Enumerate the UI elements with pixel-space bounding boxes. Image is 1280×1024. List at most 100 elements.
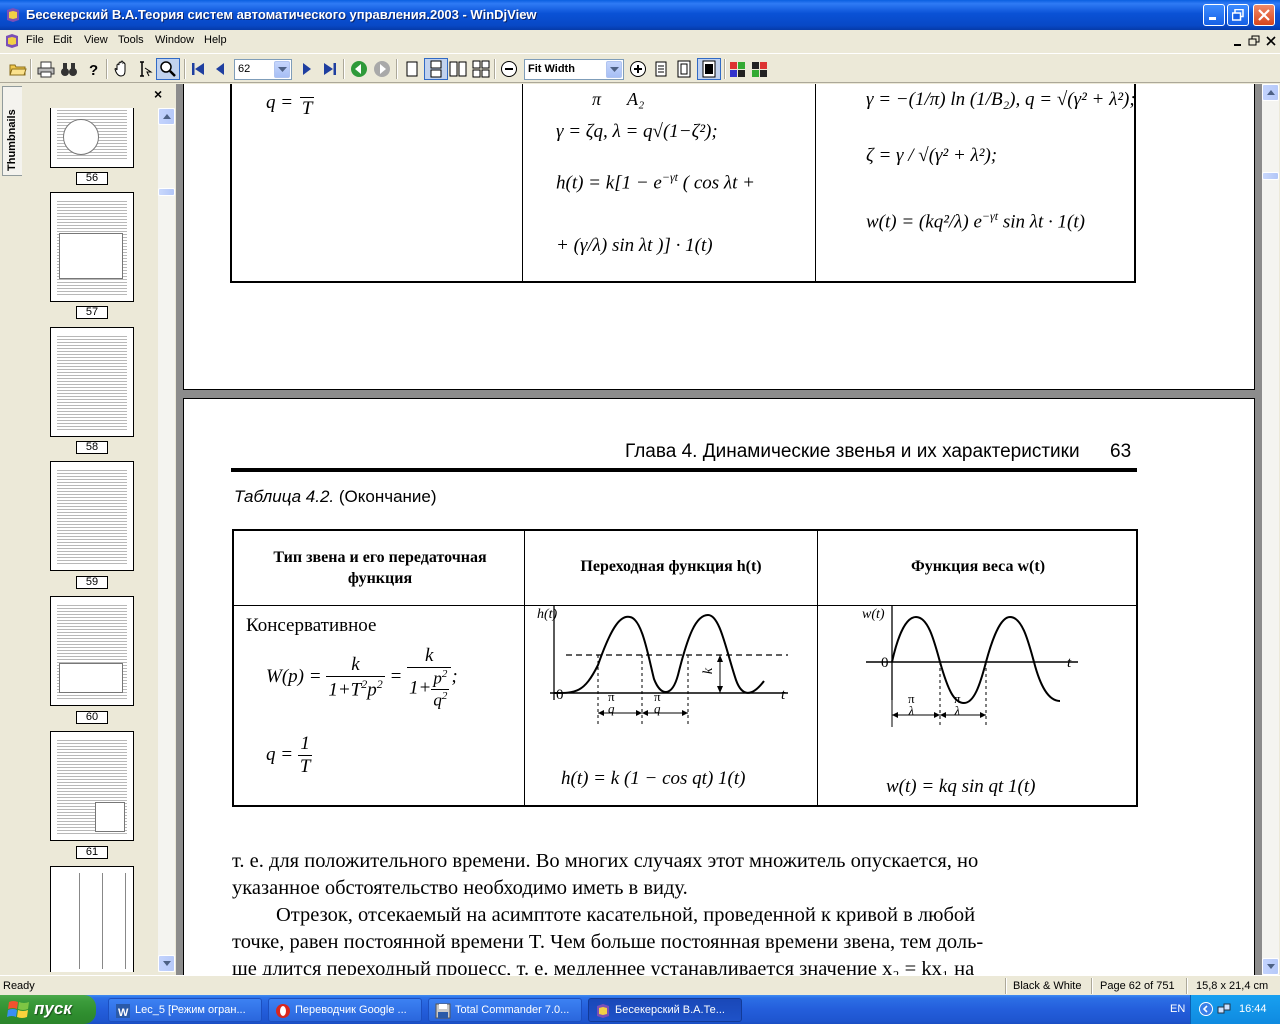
continuous-layout-button[interactable] xyxy=(424,58,448,80)
link-name: Консервативное xyxy=(246,615,377,636)
scroll-down-button[interactable] xyxy=(1262,958,1279,975)
network-icon[interactable] xyxy=(1217,1002,1231,1016)
thumbnails-scrollbar[interactable] xyxy=(158,108,175,972)
continuous-facing-icon[interactable] xyxy=(472,60,490,78)
forward-icon[interactable] xyxy=(373,60,391,78)
menu-edit[interactable]: Edit xyxy=(53,34,72,46)
thumbnail-page-61[interactable] xyxy=(50,731,134,841)
windows-logo-icon xyxy=(7,1001,29,1018)
back-icon[interactable] xyxy=(350,60,368,78)
taskbar-item-google-translate[interactable]: Переводчик Google ... xyxy=(268,998,422,1022)
single-page-icon[interactable] xyxy=(403,60,421,78)
document-icon[interactable] xyxy=(4,33,20,49)
scroll-thumb[interactable] xyxy=(1262,172,1279,180)
restore-button[interactable] xyxy=(1227,4,1249,26)
scroll-up-button[interactable] xyxy=(158,108,175,125)
select-text-icon[interactable] xyxy=(135,60,153,78)
status-bar: Ready Black & White Page 62 of 751 15,8 … xyxy=(0,975,1280,995)
status-page: Page 62 of 751 xyxy=(1100,980,1175,992)
taskbar-item-label: Бесекерский В.А.Те... xyxy=(615,1004,725,1016)
menu-tools[interactable]: Tools xyxy=(118,34,144,46)
open-folder-icon[interactable] xyxy=(9,60,27,78)
zoom-dropdown[interactable] xyxy=(606,61,622,78)
opera-icon xyxy=(276,1004,290,1018)
floppy-disk-icon xyxy=(435,1003,451,1019)
previous-page-icon[interactable] xyxy=(211,60,229,78)
facing-pages-icon[interactable] xyxy=(449,60,467,78)
thumbnail-page-60[interactable] xyxy=(50,596,134,706)
h-formula-line2: + (γ/λ) sin λt )] · 1(t) xyxy=(556,235,713,256)
scroll-up-button[interactable] xyxy=(1262,84,1279,101)
menu-file[interactable]: File xyxy=(26,34,44,46)
taskbar-item-lec5[interactable]: W Lec_5 [Режим огран... xyxy=(108,998,262,1022)
page-number-dropdown[interactable] xyxy=(274,61,290,78)
chevron-down-icon xyxy=(278,67,287,72)
page-number-header: 63 xyxy=(1110,441,1132,462)
document-scrollbar[interactable] xyxy=(1262,84,1279,975)
h-origin-label: 0 xyxy=(556,687,564,703)
scroll-thumb[interactable] xyxy=(158,188,175,196)
thumbnail-page-62[interactable] xyxy=(50,866,134,972)
status-page-size: 15,8 x 21,4 cm xyxy=(1196,980,1269,992)
table-caption: Таблица 4.2. (Окончание) xyxy=(234,487,437,506)
menu-window[interactable]: Window xyxy=(155,34,194,46)
table-header-weight: Функция веса w(t) xyxy=(910,558,1046,575)
zoom-tool-button[interactable] xyxy=(156,58,180,80)
h-k-label: k xyxy=(701,667,717,675)
q-formula: q = 1T xyxy=(266,733,313,777)
chapter-header: Глава 4. Динамические звенья и их характ… xyxy=(625,441,1080,462)
taskbar-item-windjview[interactable]: Бесекерский В.А.Те... xyxy=(588,998,742,1022)
system-tray: 16:44 xyxy=(1190,995,1280,1024)
scroll-down-button[interactable] xyxy=(158,955,175,972)
close-panel-icon[interactable]: × xyxy=(154,86,162,102)
first-page-icon[interactable] xyxy=(189,60,207,78)
zoom-combo[interactable]: Fit Width xyxy=(524,59,624,80)
find-binoculars-icon[interactable] xyxy=(60,60,78,78)
weight-function-graph xyxy=(866,605,1078,727)
tray-expand-icon[interactable] xyxy=(1199,1002,1213,1016)
language-indicator[interactable]: EN xyxy=(1170,1003,1185,1015)
menu-view[interactable]: View xyxy=(84,34,108,46)
clock[interactable]: 16:44 xyxy=(1239,1003,1267,1015)
next-page-icon[interactable] xyxy=(298,60,316,78)
start-button[interactable]: пуск xyxy=(0,995,96,1024)
document-viewer[interactable]: q = T π A₂ γ = ζq, λ = q√(1−ζ²); h(t) = k… xyxy=(176,84,1262,975)
h-period-label-2: πq xyxy=(654,689,661,716)
thumbnail-page-57[interactable] xyxy=(50,192,134,302)
zoom-out-icon[interactable] xyxy=(500,60,518,78)
taskbar: пуск W Lec_5 [Режим огран... Переводчик … xyxy=(0,995,1280,1024)
mdi-restore-icon[interactable] xyxy=(1247,35,1261,47)
fit-page-icon[interactable] xyxy=(675,60,693,78)
mdi-close-icon[interactable] xyxy=(1264,35,1278,47)
page-number-combo[interactable]: 62 xyxy=(234,59,292,80)
taskbar-item-label: Переводчик Google ... xyxy=(295,1004,407,1016)
close-button[interactable] xyxy=(1253,4,1275,26)
title-bar: Бесекерский В.А.Теория систем автоматиче… xyxy=(0,0,1280,30)
fit-width-button[interactable] xyxy=(697,58,721,80)
thumbnails-list: 56 57 58 59 60 61 62 xyxy=(34,108,158,972)
actual-size-icon[interactable] xyxy=(652,60,670,78)
h-formula: h(t) = k (1 − cos qt) 1(t) xyxy=(561,768,746,789)
zoom-in-icon[interactable] xyxy=(629,60,647,78)
display-mode-icon[interactable] xyxy=(751,60,769,78)
color-mode-icon[interactable] xyxy=(729,60,747,78)
menu-help[interactable]: Help xyxy=(204,34,227,46)
last-page-icon[interactable] xyxy=(321,60,339,78)
zeta-formula: ζ = γ / √(γ² + λ²); xyxy=(866,145,998,166)
w-formula: w(t) = kq sin qt 1(t) xyxy=(886,776,1036,797)
arrow-down-icon xyxy=(163,961,171,966)
hand-tool-icon[interactable] xyxy=(113,60,131,78)
mdi-minimize-icon[interactable] xyxy=(1231,35,1245,47)
thumbnail-page-58[interactable] xyxy=(50,327,134,437)
thumbnails-tab[interactable]: Thumbnails xyxy=(2,86,22,176)
paragraph-line: т. е. для положительного времени. Во мно… xyxy=(232,850,979,872)
thumbnail-page-59[interactable] xyxy=(50,461,134,571)
taskbar-item-total-commander[interactable]: Total Commander 7.0... xyxy=(428,998,582,1022)
h-axis-label: h(t) xyxy=(537,607,558,622)
svg-text:?: ? xyxy=(89,62,98,78)
help-icon[interactable]: ? xyxy=(84,60,102,78)
print-icon[interactable] xyxy=(37,60,55,78)
thumbnail-page-56[interactable] xyxy=(50,108,134,168)
paragraph-line: Отрезок, отсекаемый на асимптоте касател… xyxy=(276,904,976,926)
minimize-button[interactable] xyxy=(1203,4,1225,26)
